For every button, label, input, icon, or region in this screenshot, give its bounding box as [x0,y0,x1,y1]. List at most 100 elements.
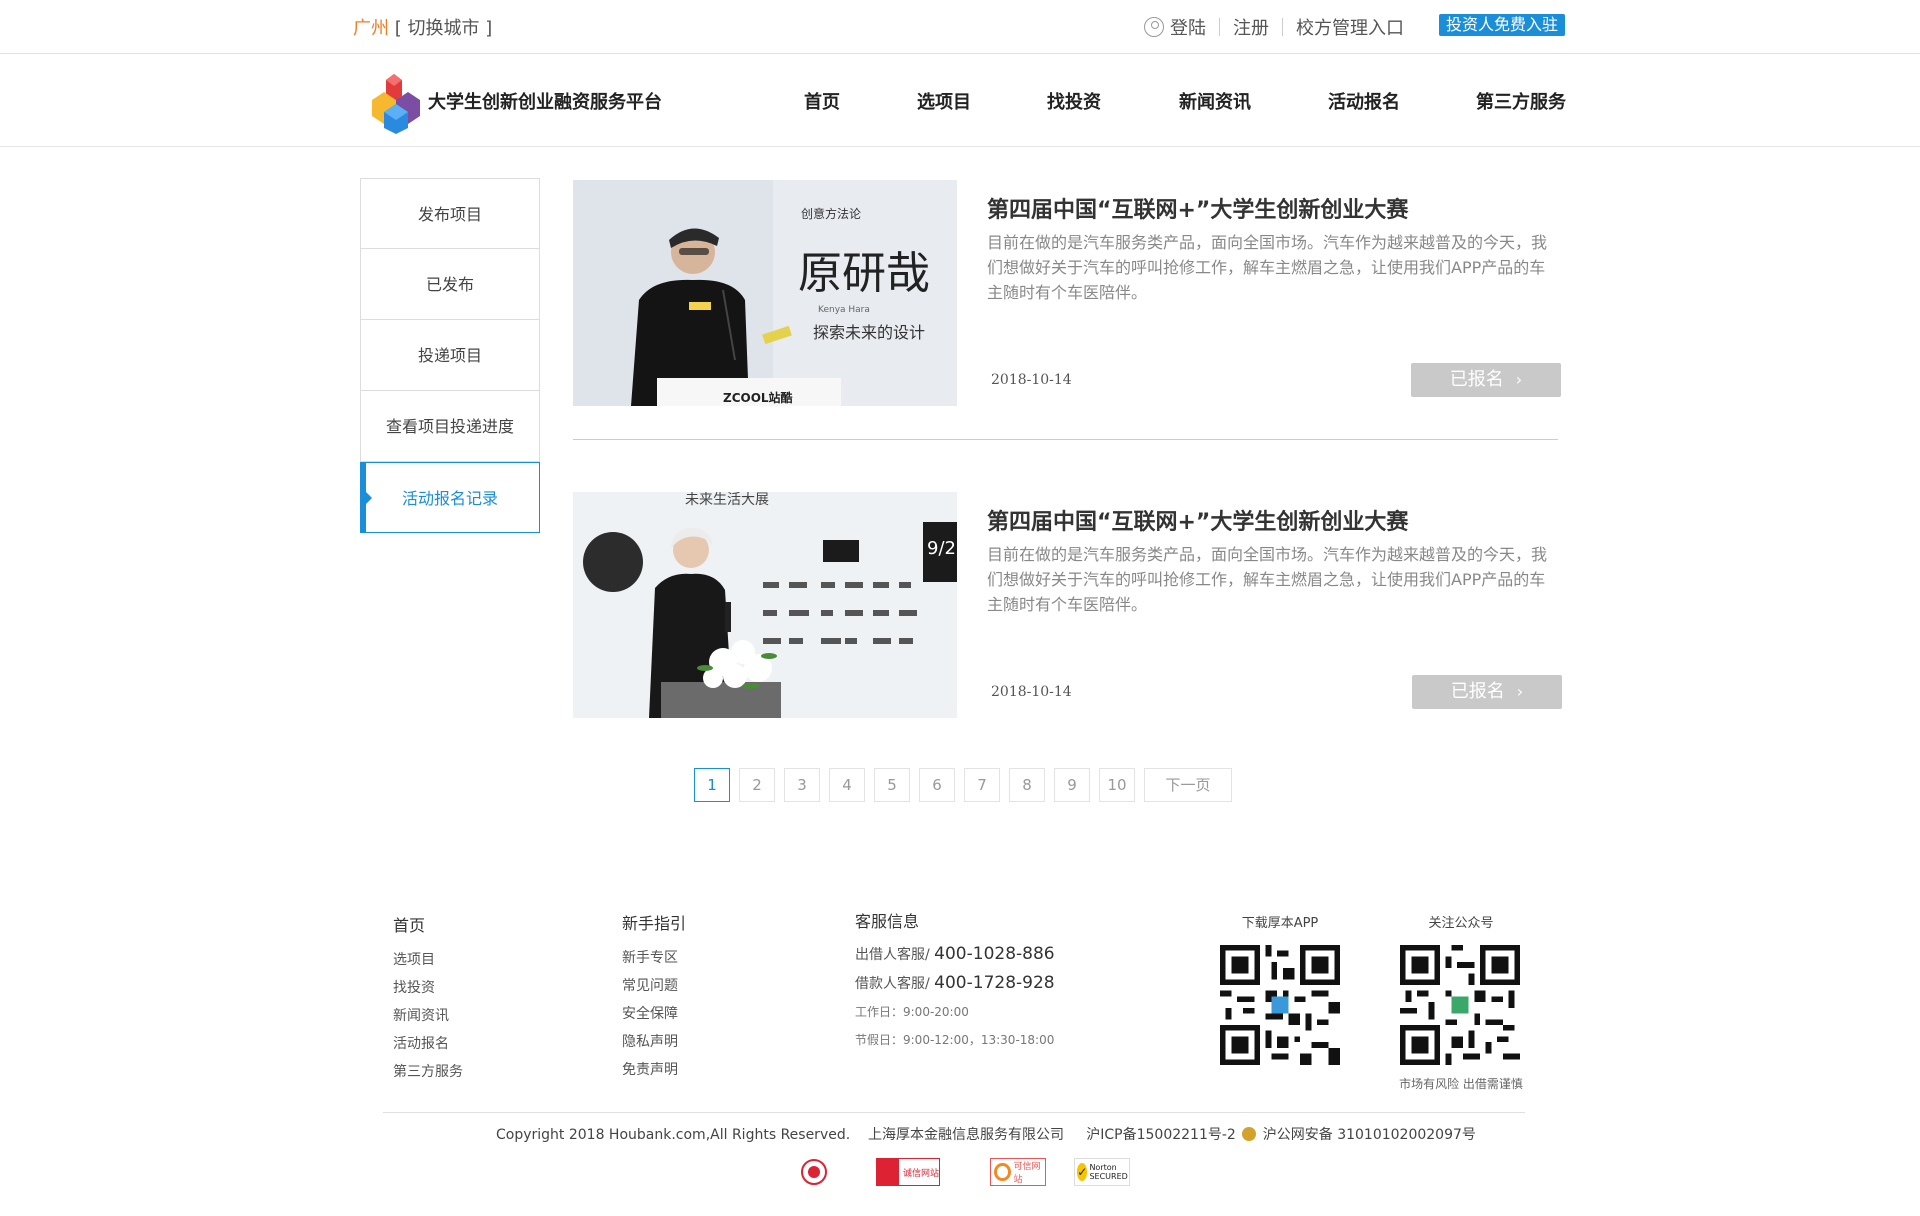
chevron-right-icon: › [1515,370,1523,389]
page-3[interactable]: 3 [784,768,820,802]
event-description: 目前在做的是汽车服务类产品，面向全国市场。汽车作为越来越普及的今天，我们想做好关… [987,233,1548,302]
register-link[interactable]: 注册 [1233,14,1269,40]
nav-invest[interactable]: 找投资 [1047,88,1101,114]
page-2[interactable]: 2 [739,768,775,802]
next-page-button[interactable]: 下一页 [1144,768,1232,802]
sidebar-item-progress[interactable]: 查看项目投递进度 [360,391,540,462]
svg-text:创意方法论: 创意方法论 [801,206,861,221]
footer-link[interactable]: 安全保障 [622,1000,686,1028]
page-10[interactable]: 10 [1099,768,1135,802]
divider [1282,18,1283,36]
card-divider [573,439,1558,440]
event-photo[interactable]: 创意方法论 原研哉 Kenya Hara 探索未来的设计 ZCOOL站酷 [573,180,957,406]
sidebar: 发布项目 已发布 投递项目 查看项目投递进度 活动报名记录 [360,178,540,533]
sidebar-item-submit[interactable]: 投递项目 [360,320,540,391]
copyright-bar: Copyright 2018 Houbank.com,All Rights Re… [496,1124,1476,1144]
check-icon: ✓ [1077,1163,1088,1181]
footer-home-link[interactable]: 首页 [393,912,463,936]
chevron-right-icon: › [1516,682,1524,701]
page-1[interactable]: 1 [694,768,730,802]
page-9[interactable]: 9 [1054,768,1090,802]
norton-badge[interactable]: ✓ Norton SECURED [1074,1158,1130,1186]
nav-events[interactable]: 活动报名 [1328,88,1400,114]
footer-link[interactable]: 常见问题 [622,972,686,1000]
footer-divider [383,1112,1525,1113]
page-5[interactable]: 5 [874,768,910,802]
school-entry-link[interactable]: 校方管理入口 [1296,14,1404,40]
event-card: 创意方法论 原研哉 Kenya Hara 探索未来的设计 ZCOOL站酷 第四届… [573,180,1561,410]
event-title[interactable]: 第四届中国“互联网+”大学生创新创业大赛 [987,504,1408,536]
wechat-qr-code [1400,945,1520,1065]
police-record[interactable]: 沪公网安备 31010102002097号 [1263,1127,1476,1143]
nav-projects[interactable]: 选项目 [917,88,971,114]
brand-name: 大学生创新创业融资服务平台 [428,92,662,113]
trust-badge-label: 诚信网站 [903,1168,940,1179]
lender-phone: 400-1028-886 [934,944,1055,964]
svg-text:Kenya Hara: Kenya Hara [818,305,870,315]
footer-guide: 新手指引 新手专区 常见问题 安全保障 隐私声明 免责声明 [622,910,686,1084]
event-card: 未来生活大展 9/2 第四届中国“互联网+”大学生创新创业大赛 目前在做的是汽车… [573,492,1562,722]
trust-icon [877,1159,899,1185]
nav-third-party[interactable]: 第三方服务 [1476,88,1566,114]
icp-number[interactable]: 沪ICP备15002211号-2 [1086,1127,1236,1143]
lender-label: 出借人客服/ [855,947,930,963]
user-icon [1144,17,1164,37]
svg-text:ZCOOL站酷: ZCOOL站酷 [723,390,793,405]
borrower-phone: 400-1728-928 [934,973,1055,993]
copyright-text: Copyright 2018 Houbank.com,All Rights Re… [496,1127,851,1143]
page-4[interactable]: 4 [829,768,865,802]
sidebar-item-published[interactable]: 已发布 [360,249,540,320]
investor-join-button[interactable]: 投资人免费入驻 [1439,14,1565,36]
credible-icon [994,1163,1011,1181]
svg-text:探索未来的设计: 探索未来的设计 [813,323,925,342]
seal-icon[interactable] [800,1158,828,1186]
login-link[interactable]: 登陆 [1170,14,1206,40]
footer-link[interactable]: 找投资 [393,974,463,1002]
registered-button[interactable]: 已报名 › [1411,363,1561,397]
page-8[interactable]: 8 [1009,768,1045,802]
app-qr-code [1220,945,1340,1065]
credible-site-badge[interactable]: 可信网站 [990,1158,1046,1186]
page-6[interactable]: 6 [919,768,955,802]
nav-home[interactable]: 首页 [804,88,840,114]
svg-text:9/2: 9/2 [927,538,956,559]
registered-button[interactable]: 已报名 › [1412,675,1562,709]
event-title[interactable]: 第四届中国“互联网+”大学生创新创业大赛 [987,192,1408,224]
police-badge-icon [1242,1127,1257,1141]
footer-link[interactable]: 免责声明 [622,1056,686,1084]
trusted-site-badge[interactable]: 诚信网站 [876,1158,940,1186]
city-selector[interactable]: 广州 [ 切换城市 ] [353,14,492,40]
city-name: 广州 [353,18,389,39]
app-download-label: 下载厚本APP [1241,916,1319,931]
svg-text:未来生活大展: 未来生活大展 [685,492,769,508]
wechat-follow-label: 关注公众号 [1428,916,1494,931]
service-heading: 客服信息 [855,912,920,931]
page-7[interactable]: 7 [964,768,1000,802]
footer-guide-heading: 新手指引 [622,914,687,933]
footer-link[interactable]: 隐私声明 [622,1028,686,1056]
pagination: 1 2 3 4 5 6 7 8 9 10 下一页 [694,768,1241,802]
top-links: 登陆 注册 校方管理入口 [1144,14,1404,40]
norton-label: Norton SECURED [1089,1163,1128,1181]
sidebar-item-event-records[interactable]: 活动报名记录 [360,462,540,533]
workday-hours: 工作日：9:00-20:00 [855,1005,969,1019]
holiday-hours: 节假日：9:00-12:00，13:30-18:00 [855,1033,1055,1047]
footer-nav: 首页 选项目 找投资 新闻资讯 活动报名 第三方服务 [393,912,463,1086]
footer-link[interactable]: 活动报名 [393,1030,463,1058]
registered-label: 已报名 [1450,681,1505,702]
divider [1219,18,1220,36]
footer-link[interactable]: 选项目 [393,946,463,974]
event-photo[interactable]: 未来生活大展 9/2 [573,492,957,718]
event-date: 2018-10-14 [991,372,1072,388]
top-bar: 广州 [ 切换城市 ] 登陆 注册 校方管理入口 投资人免费入驻 [0,0,1920,54]
nav-news[interactable]: 新闻资讯 [1179,88,1251,114]
footer-service: 客服信息 出借人客服/ 400-1028-886 借款人客服/ 400-1728… [855,908,1055,1054]
footer-link[interactable]: 第三方服务 [393,1058,463,1086]
sidebar-item-publish[interactable]: 发布项目 [360,178,540,249]
footer-link[interactable]: 新闻资讯 [393,1002,463,1030]
logo-icon[interactable] [364,70,428,134]
footer-link[interactable]: 新手专区 [622,944,686,972]
borrower-label: 借款人客服/ [855,976,930,992]
svg-text:原研哉: 原研哉 [798,248,930,299]
city-switch-link[interactable]: [ 切换城市 ] [395,18,493,39]
